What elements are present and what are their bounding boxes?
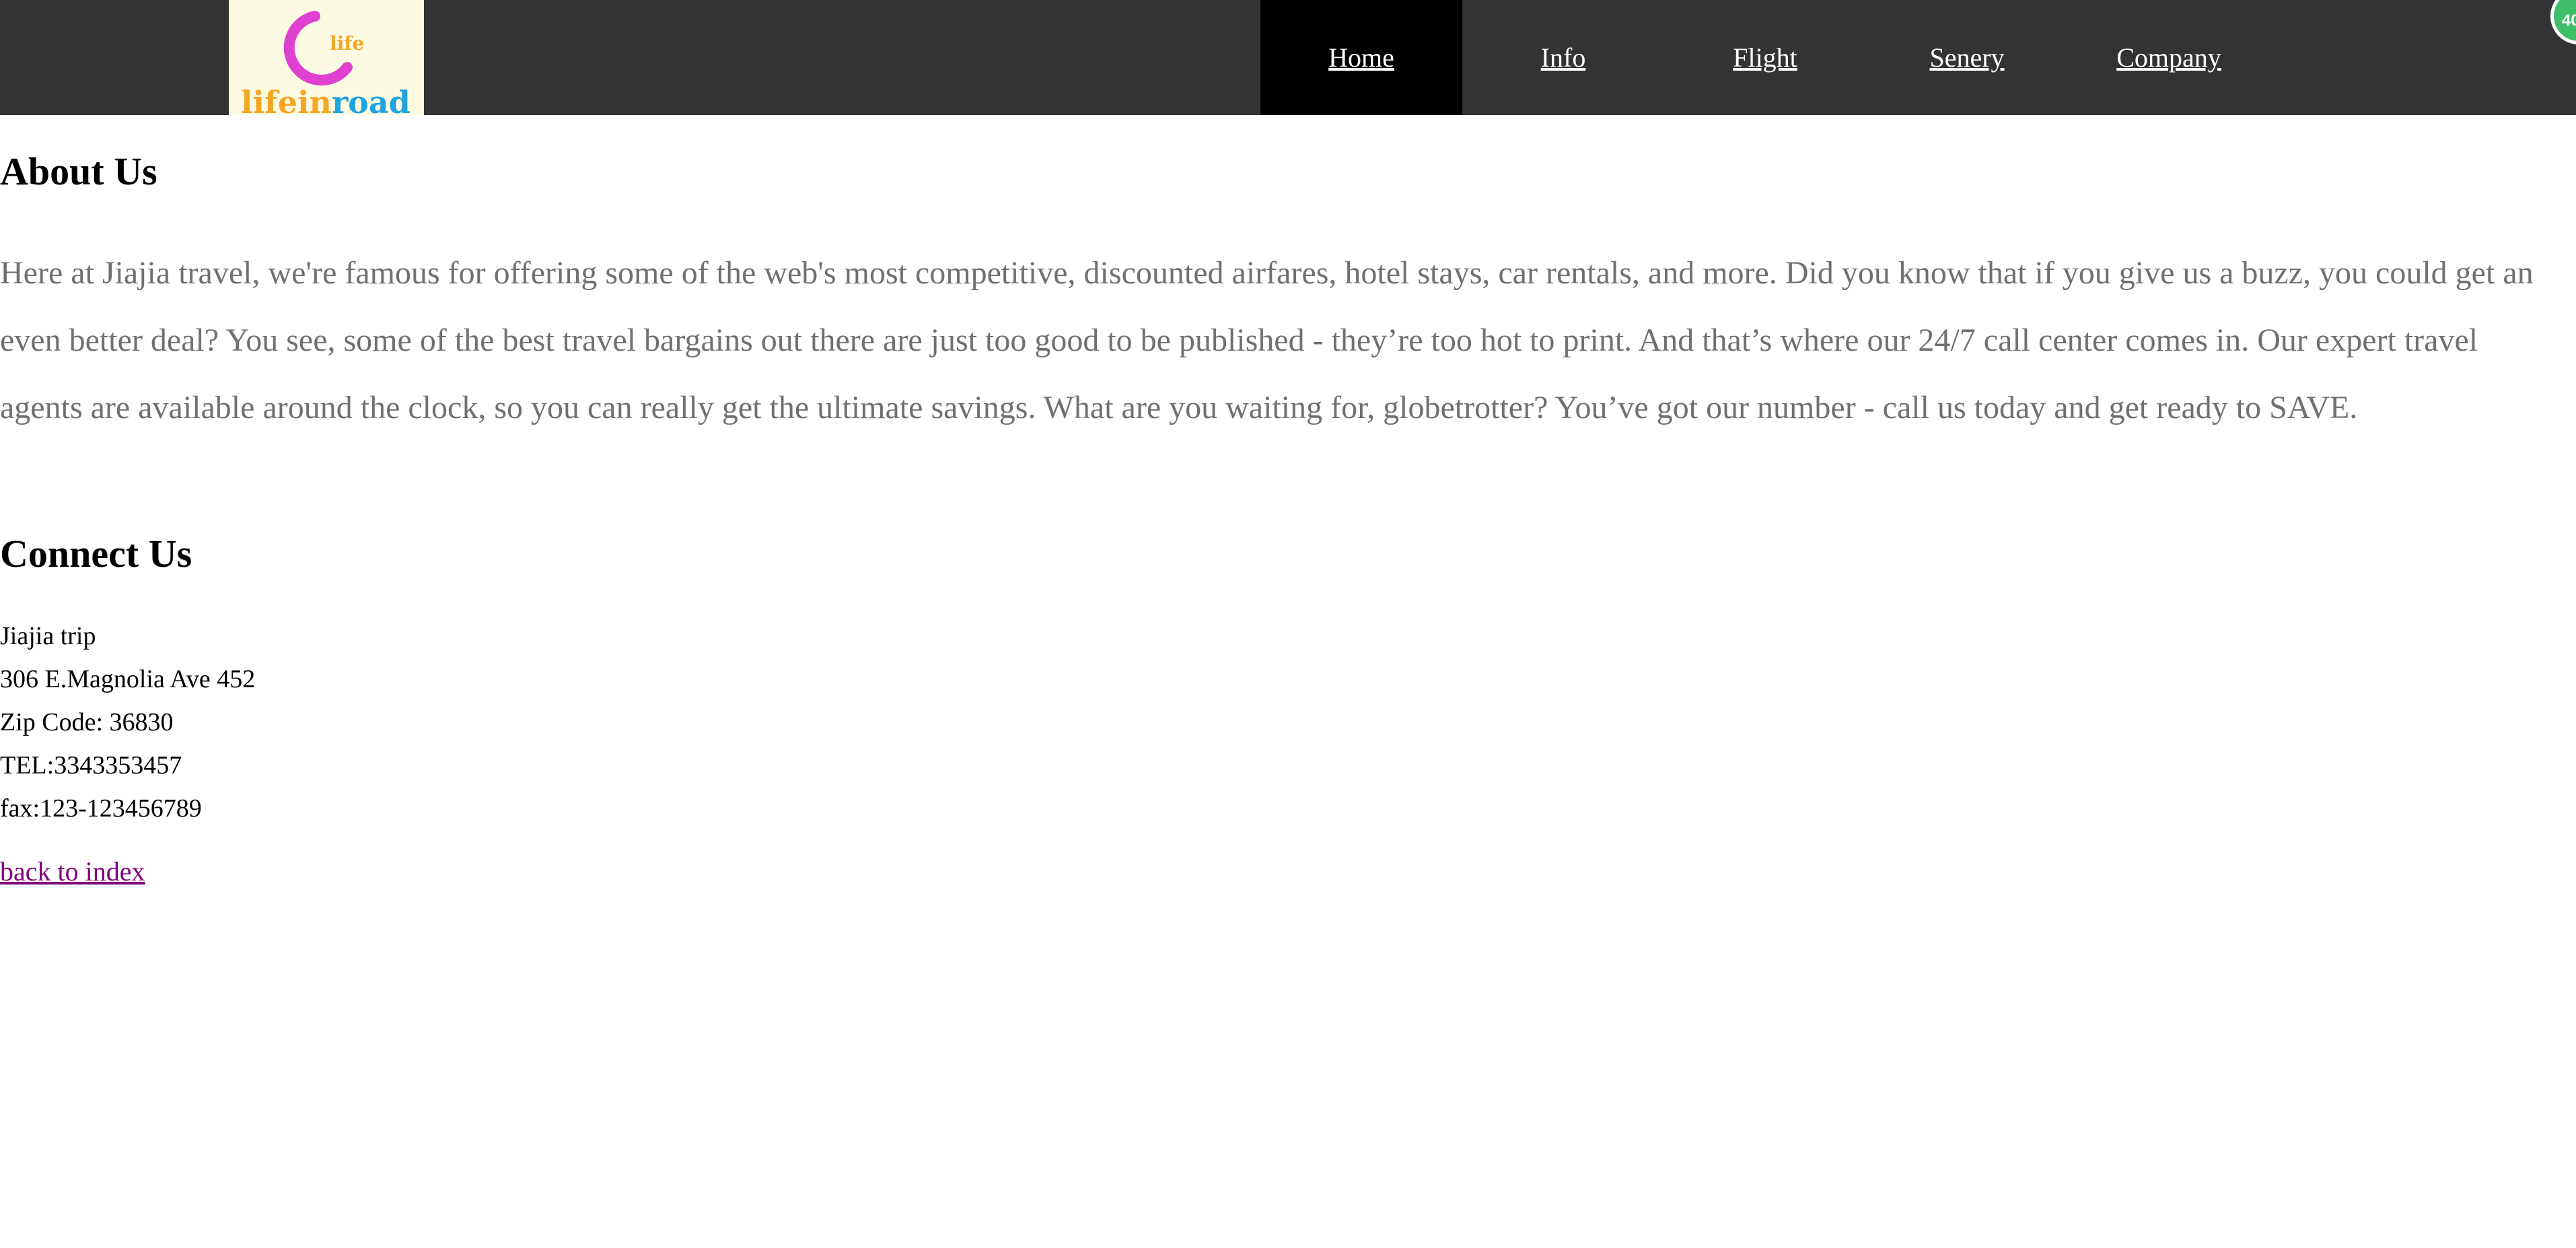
contact-address: Jiajia trip 306 E.Magnolia Ave 452 Zip C…	[0, 615, 255, 830]
nav-link-flight[interactable]: Flight	[1733, 42, 1797, 73]
main-nav: Home Info Flight Senery Company	[1260, 0, 2270, 115]
nav-link-company[interactable]: Company	[2116, 42, 2221, 73]
header-bar: life lifeinroad Home Info Flight Senery …	[0, 0, 2576, 115]
logo-mark-text: life	[330, 32, 364, 55]
about-heading: About Us	[0, 149, 157, 193]
street-address: 306 E.Magnolia Ave 452	[0, 665, 256, 693]
nav-link-senery[interactable]: Senery	[1929, 42, 2004, 73]
about-paragraph: Here at Jiajia travel, we're famous for …	[0, 255, 2534, 425]
back-to-index-link[interactable]: back to index	[0, 856, 145, 887]
logo-wordmark-road: road	[332, 84, 410, 115]
nav-link-home[interactable]: Home	[1328, 42, 1394, 73]
nav-item-senery[interactable]: Senery	[1866, 0, 2068, 115]
telephone: TEL:3343353457	[0, 751, 182, 779]
connect-heading: Connect Us	[0, 532, 192, 576]
company-name: Jiajia trip	[0, 622, 96, 650]
nav-item-company[interactable]: Company	[2068, 0, 2270, 115]
logo-graphic: life lifeinroad	[241, 11, 410, 115]
nav-item-info[interactable]: Info	[1462, 0, 1664, 115]
page: life lifeinroad Home Info Flight Senery …	[0, 0, 2576, 1248]
fax: fax:123-123456789	[0, 794, 202, 823]
zip-code: Zip Code: 36830	[0, 708, 174, 736]
site-logo[interactable]: life lifeinroad	[229, 0, 424, 115]
logo-wordmark-life: lifein	[241, 84, 332, 115]
corner-badge[interactable]: 40	[2550, 0, 2576, 44]
nav-item-flight[interactable]: Flight	[1664, 0, 1866, 115]
nav-item-home[interactable]: Home	[1260, 0, 1462, 115]
svg-text:lifeinroad: lifeinroad	[241, 84, 410, 115]
nav-link-info[interactable]: Info	[1541, 42, 1586, 73]
